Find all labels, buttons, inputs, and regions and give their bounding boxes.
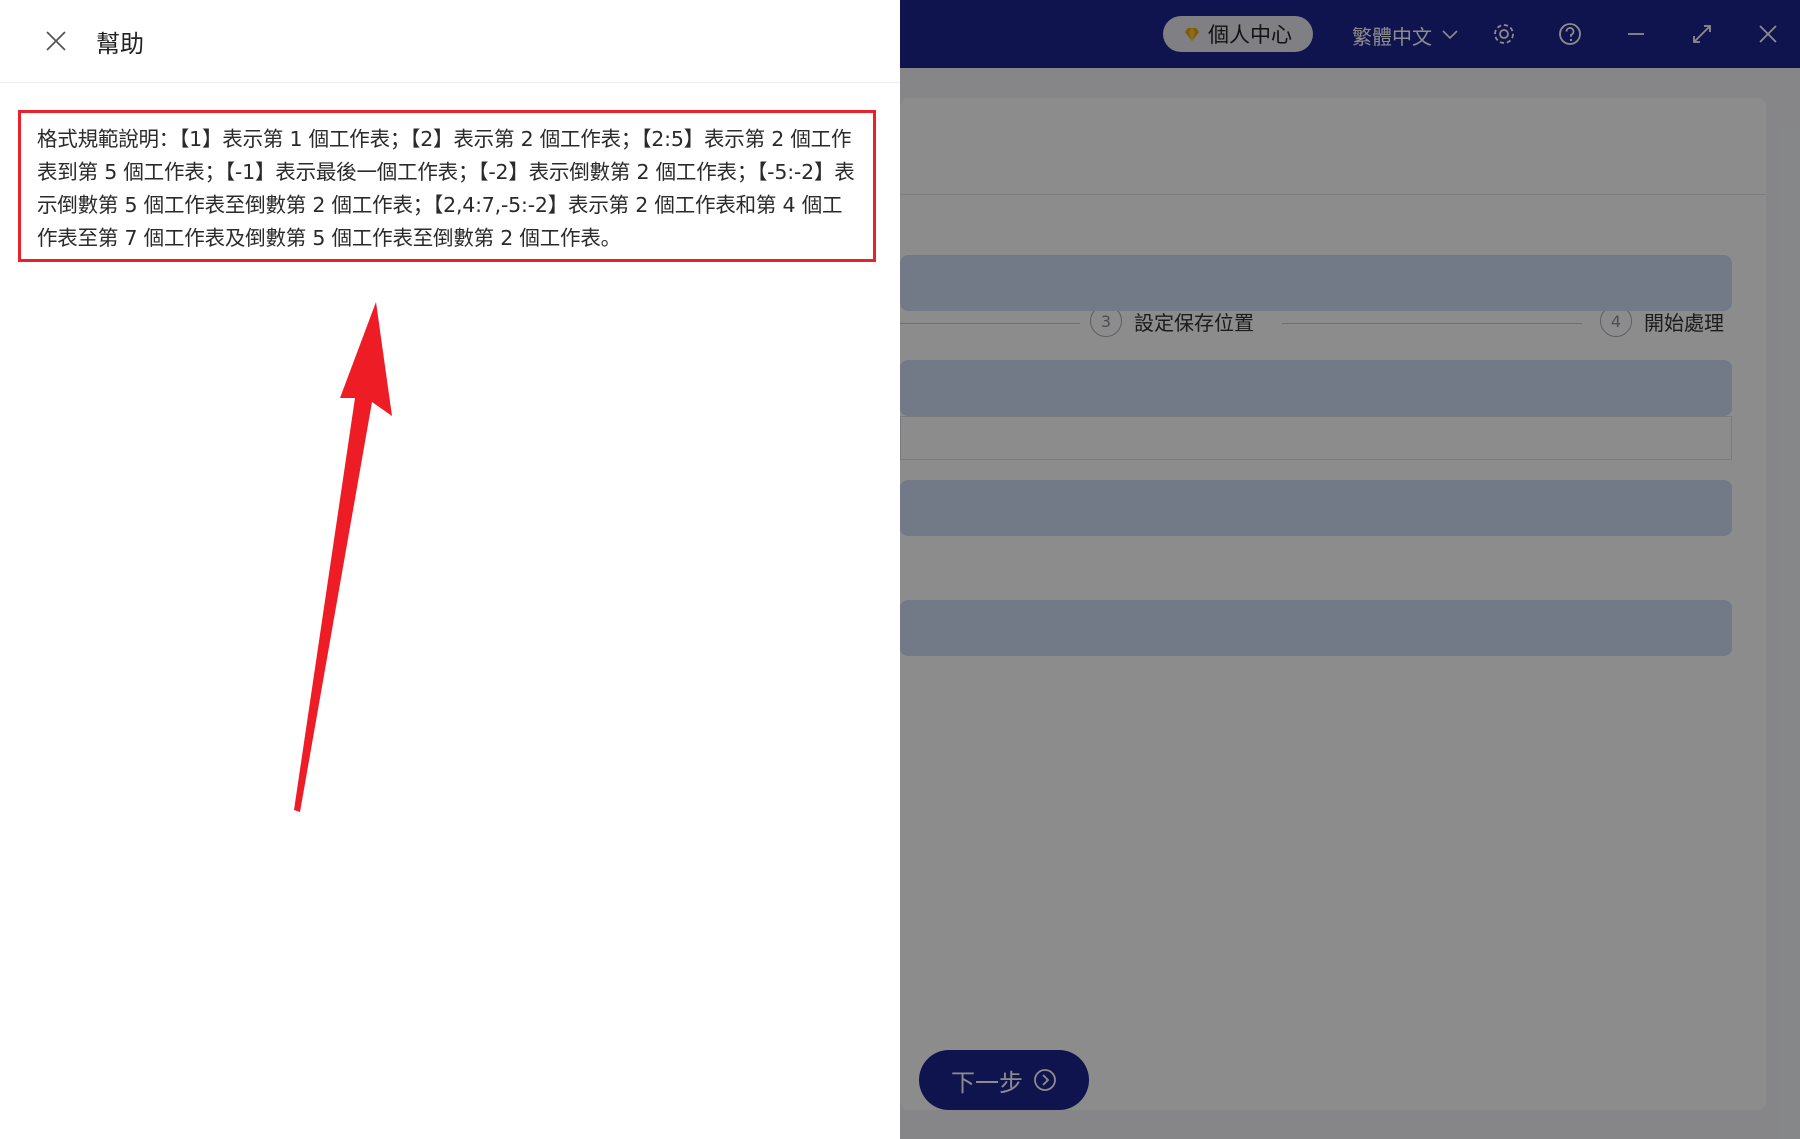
help-drawer: 幫助 格式規範說明：【1】表示第 1 個工作表；【2】表示第 2 個工作表；【2… [0,0,900,1139]
help-format-text: 格式規範說明：【1】表示第 1 個工作表；【2】表示第 2 個工作表；【2:5】… [37,127,855,250]
drawer-header: 幫助 [0,0,900,83]
help-highlight-box: 格式規範說明：【1】表示第 1 個工作表；【2】表示第 2 個工作表；【2:5】… [18,110,876,262]
drawer-close-button[interactable] [42,27,70,55]
close-icon [46,31,66,51]
arrow-annotation-icon [294,302,392,812]
drawer-title: 幫助 [96,30,144,58]
